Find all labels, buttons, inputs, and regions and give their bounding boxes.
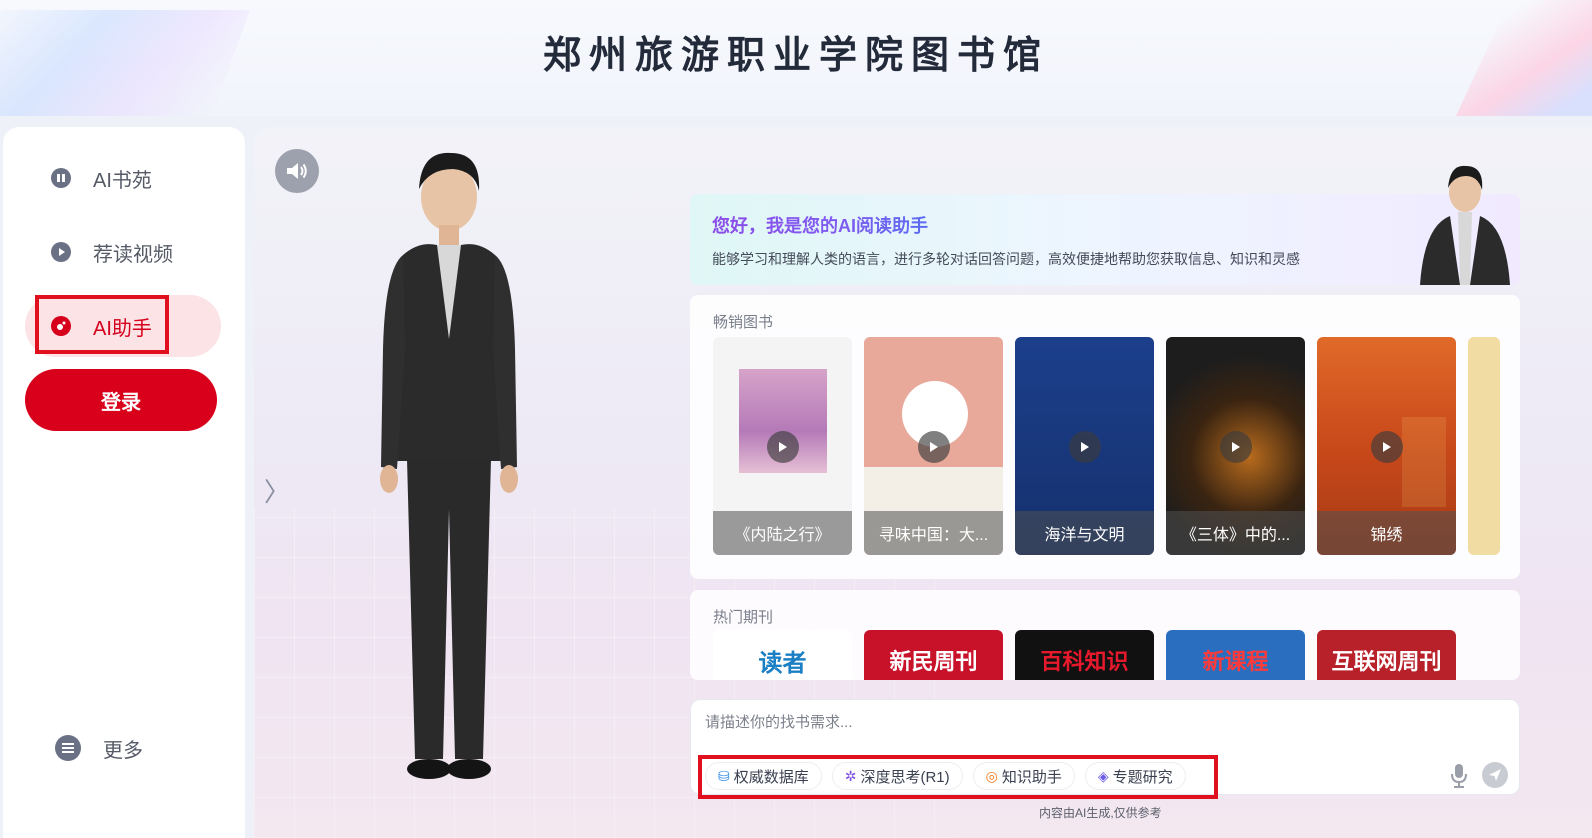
feature-chips: ⛁ 权威数据库 ✲ 深度思考(R1) ◎ 知识助手 ◈ 专题研究 [705,762,1186,790]
digital-human-avatar [380,152,518,779]
sidebar-item-label: AI书苑 [93,169,152,192]
book-caption: 《内陆之行》 [713,511,852,555]
panel-toggle-arrow[interactable]: 〉 [264,472,290,509]
bestsellers-list: 《内陆之行》 寻味中国：大... 海洋与文明 《三体》中的... 锦绣 [713,337,1520,555]
chip-authoritative-database[interactable]: ⛁ 权威数据库 [705,762,822,790]
welcome-subtitle: 能够学习和理解人类的语言，进行多轮对话回答问题，高效便捷地帮助您获取信息、知识和… [712,251,1300,267]
journal-item[interactable]: 新民周刊 [864,630,1003,680]
journal-item[interactable]: 百科知识 [1015,630,1154,680]
sidebar-item-ai-shuyuan[interactable]: AI书苑 [25,147,221,209]
welcome-banner: 您好，我是您的AI阅读助手 能够学习和理解人类的语言，进行多轮对话回答问题，高效… [690,165,1520,285]
sidebar: AI书苑 荐读视频 AI助手 登录 更多 [3,127,245,838]
speaker-button[interactable] [275,149,319,193]
bestsellers-card: 畅销图书 《内陆之行》 寻味中国：大... 海洋与文明 《三体》中的... 锦绣 [690,295,1520,579]
journals-title: 热门期刊 [713,609,774,626]
send-button[interactable] [1482,762,1508,788]
play-icon [51,242,71,262]
book-caption: 锦绣 [1317,511,1456,555]
sidebar-item-more[interactable]: 更多 [25,717,221,779]
chat-input-box: ⛁ 权威数据库 ✲ 深度思考(R1) ◎ 知识助手 ◈ 专题研究 [690,699,1520,795]
page-title: 郑州旅游职业学院图书馆 [542,35,1049,77]
book-card-partial[interactable] [1468,337,1500,555]
chip-label: 权威数据库 [733,768,809,786]
assistant-avatar-thumbnail [1420,165,1510,285]
journal-item[interactable]: 新课程 [1166,630,1305,680]
search-input[interactable] [705,710,1405,734]
chip-label: 知识助手 [1001,768,1062,786]
book-card[interactable]: 《内陆之行》 [713,337,852,555]
book-card[interactable]: 锦绣 [1317,337,1456,555]
play-icon [918,431,950,463]
ai-disclaimer: 内容由AI生成,仅供参考 [1039,806,1162,820]
chip-knowledge-assistant[interactable]: ◎ 知识助手 [972,762,1075,790]
database-icon: ⛁ [718,767,730,784]
book-icon [51,168,71,188]
knowledge-icon: ◎ [985,767,998,784]
deep-think-icon: ✲ [844,767,857,784]
chip-label: 专题研究 [1112,768,1173,786]
chip-deep-thinking[interactable]: ✲ 深度思考(R1) [831,762,963,790]
play-icon [1220,431,1252,463]
book-caption: 寻味中国：大... [864,511,1003,555]
bestsellers-title: 畅销图书 [713,314,774,331]
microphone-icon[interactable] [1449,763,1469,789]
sidebar-item-ai-assistant[interactable]: AI助手 [25,295,221,357]
sidebar-item-recommended-videos[interactable]: 荐读视频 [25,221,221,283]
book-card[interactable]: 海洋与文明 [1015,337,1154,555]
main-panel: 〉 您好，我是您的AI阅读助手 能够学习和理解人类的语言，进行多轮对话回答问题，… [254,127,1592,838]
sidebar-item-label: AI助手 [93,317,152,340]
sidebar-item-label: 更多 [103,739,143,762]
book-caption: 《三体》中的... [1166,511,1305,555]
journal-item[interactable]: 读者 [713,630,852,680]
research-icon: ◈ [1097,767,1109,784]
play-icon [1069,431,1101,463]
page-header: 郑州旅游职业学院图书馆 [0,0,1592,116]
sidebar-item-label: 荐读视频 [93,243,173,266]
journals-list: 读者 新民周刊 百科知识 新课程 互联网周刊 [713,630,1513,680]
speaker-icon [287,163,307,179]
journals-card: 热门期刊 读者 新民周刊 百科知识 新课程 互联网周刊 [690,590,1520,680]
book-card[interactable]: 《三体》中的... [1166,337,1305,555]
chip-label: 深度思考(R1) [860,768,950,786]
journal-item[interactable]: 互联网周刊 [1317,630,1456,680]
play-icon [1371,431,1403,463]
assistant-icon [51,316,71,336]
chip-topic-research[interactable]: ◈ 专题研究 [1084,762,1186,790]
play-icon [767,431,799,463]
welcome-title: 您好，我是您的AI阅读助手 [712,212,928,238]
book-caption: 海洋与文明 [1015,511,1154,555]
book-card[interactable]: 寻味中国：大... [864,337,1003,555]
send-icon [1489,769,1501,781]
login-button[interactable]: 登录 [25,369,217,431]
menu-icon [55,735,81,761]
